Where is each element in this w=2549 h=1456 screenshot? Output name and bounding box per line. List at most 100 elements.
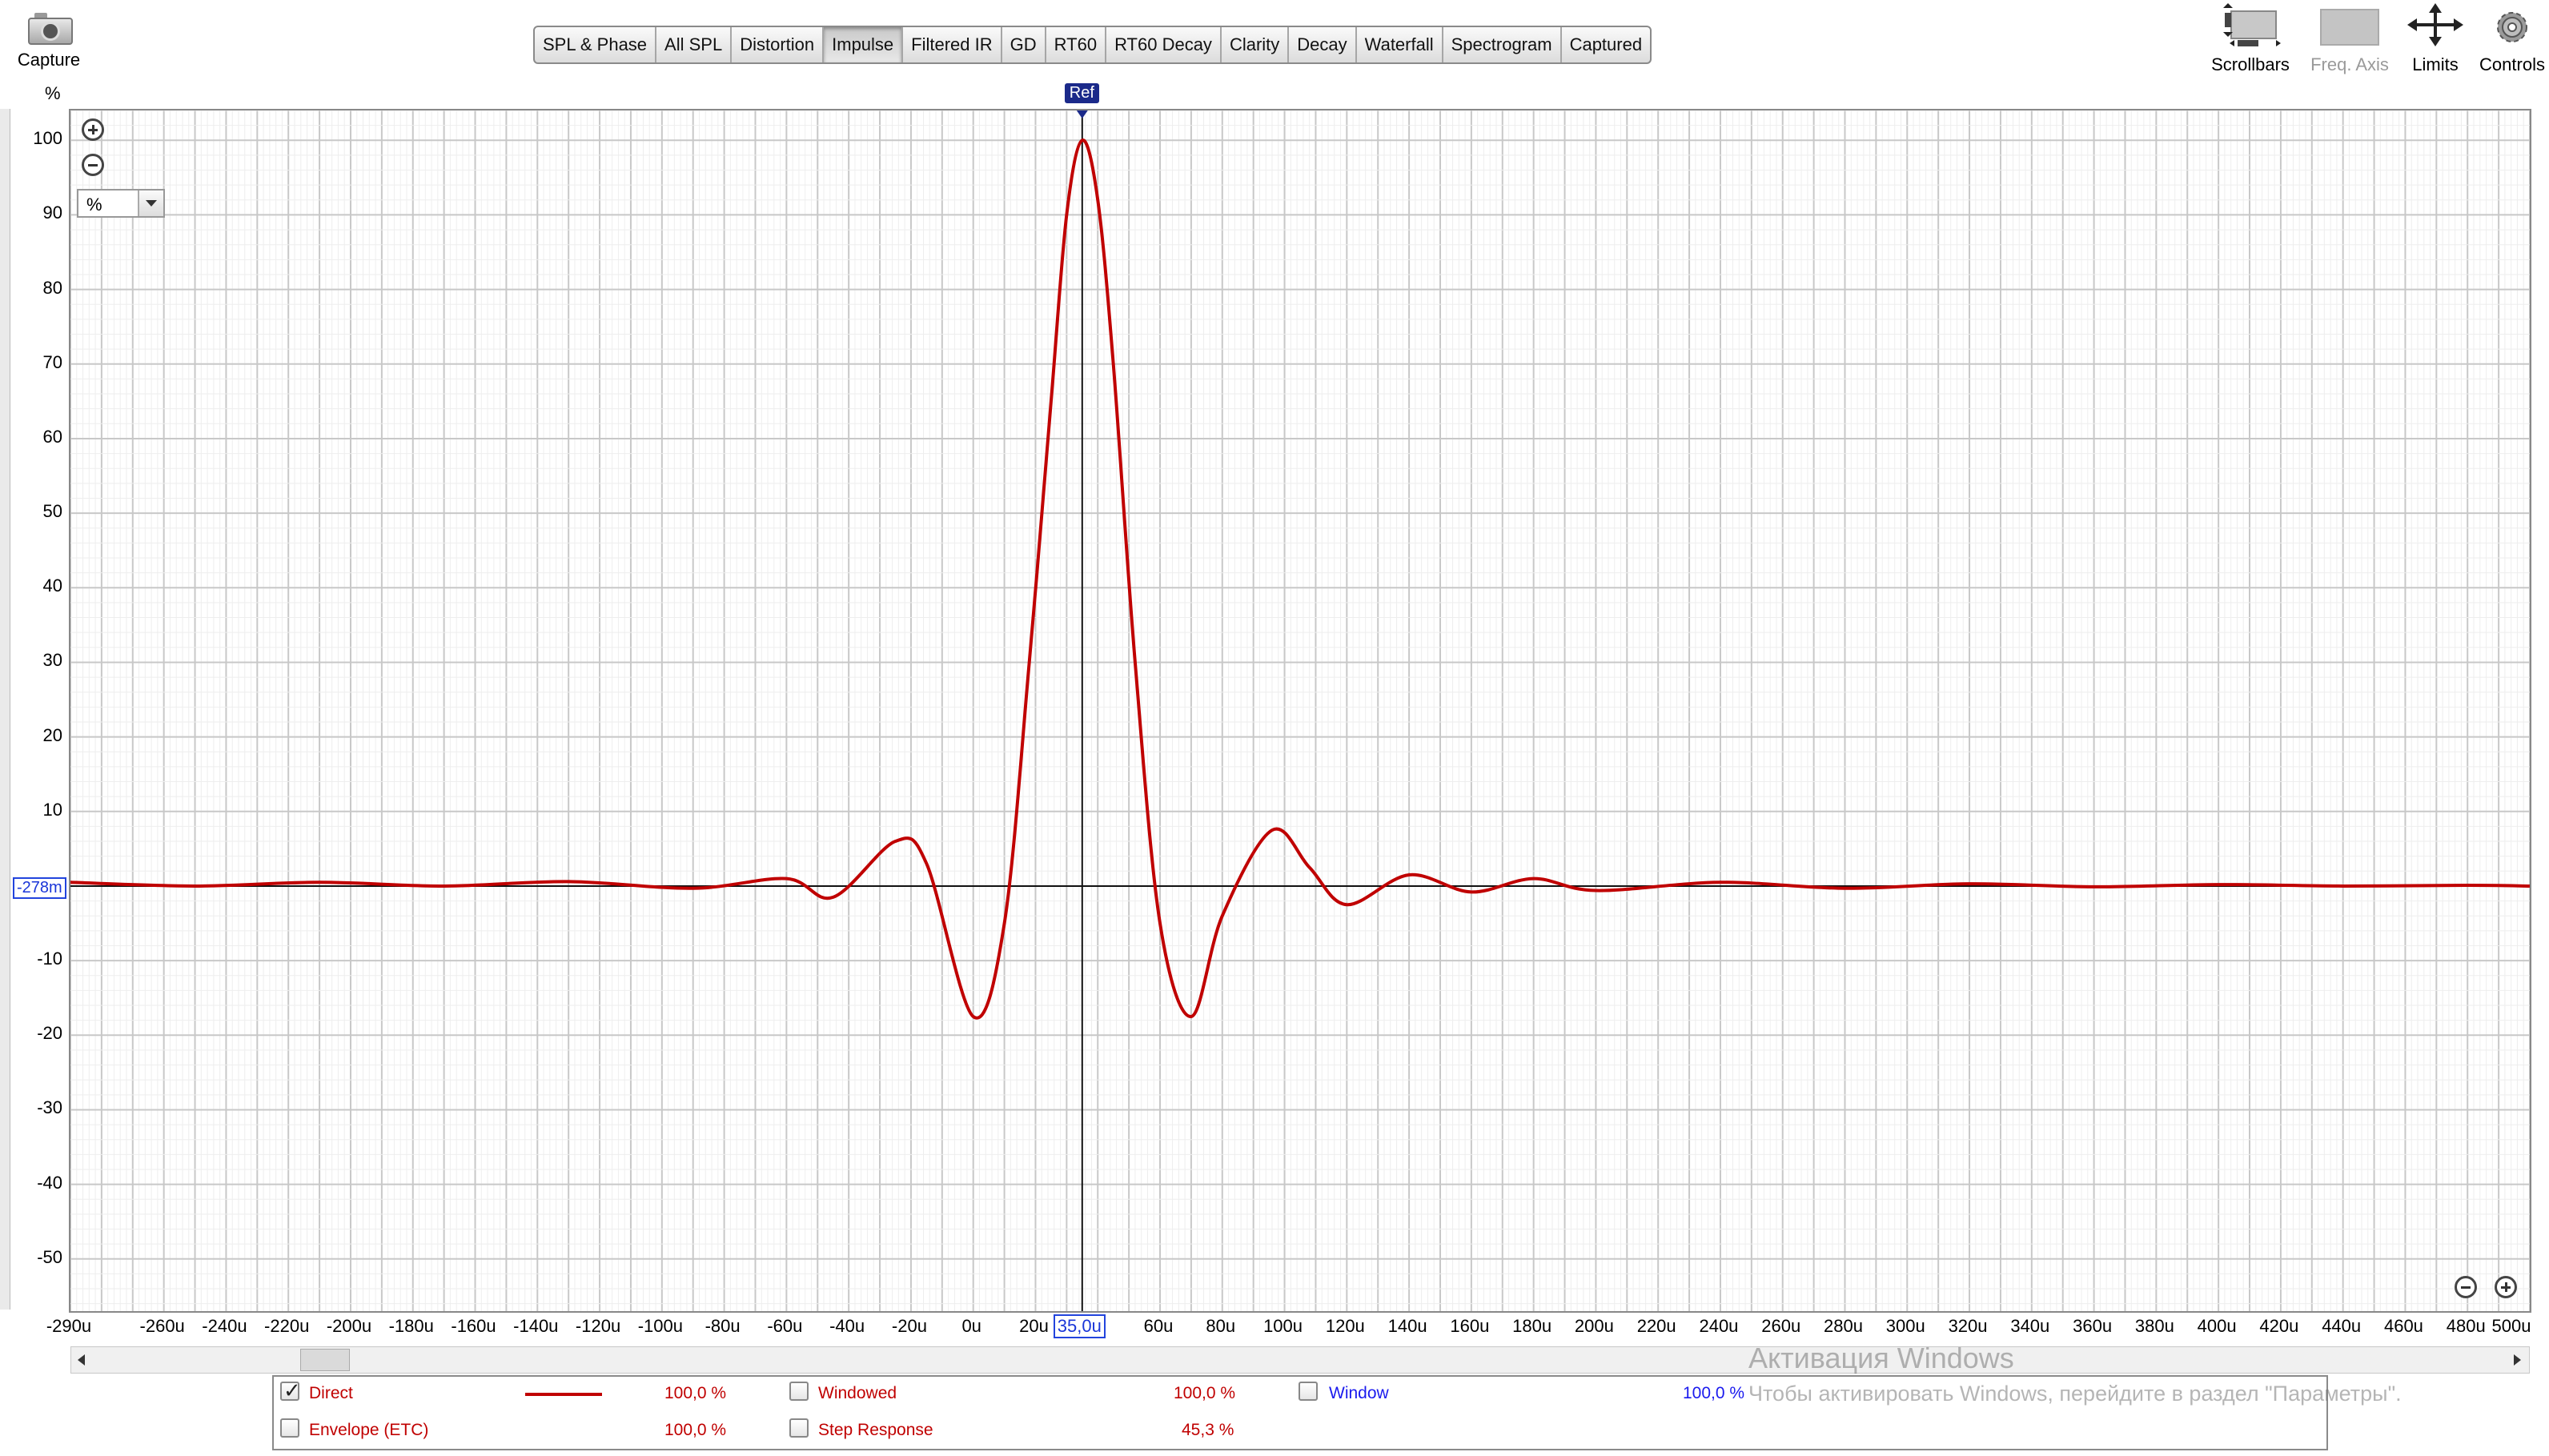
x-tick-label: 360u xyxy=(2073,1316,2113,1336)
tab-impulse[interactable]: Impulse xyxy=(824,27,904,62)
unit-select-value: % xyxy=(86,195,102,215)
chevron-down-icon[interactable] xyxy=(138,191,163,216)
legend-envelope-value: 100,0 % xyxy=(664,1421,727,1439)
envelope-checkbox[interactable] xyxy=(280,1418,299,1438)
tab-rt60-decay[interactable]: RT60 Decay xyxy=(1106,27,1222,62)
graph-tabs: SPL & Phase All SPL Distortion Impulse F… xyxy=(533,26,1652,64)
zoom-in-x-icon[interactable] xyxy=(2495,1276,2517,1298)
capture-label: Capture xyxy=(17,50,81,70)
x-tick-label: 220u xyxy=(1636,1316,1676,1336)
windowed-checkbox[interactable] xyxy=(789,1382,809,1401)
legend-step-response-value: 45,3 % xyxy=(1182,1421,1234,1439)
impulse-plot-area[interactable] xyxy=(69,109,2531,1313)
x-tick-label: 400u xyxy=(2197,1316,2237,1336)
tab-gd[interactable]: GD xyxy=(1002,27,1046,62)
x-tick-label: -100u xyxy=(637,1316,683,1336)
limits-button[interactable]: Limits xyxy=(2403,3,2467,78)
controls-button[interactable]: Controls xyxy=(2477,3,2547,78)
x-tick-label: -220u xyxy=(264,1316,310,1336)
x-tick-label: 100u xyxy=(1263,1316,1303,1336)
x-tick-label: -80u xyxy=(704,1316,741,1336)
x-tick-label: 240u xyxy=(1699,1316,1739,1336)
x-tick-label: 440u xyxy=(2322,1316,2362,1336)
tab-all-spl[interactable]: All SPL xyxy=(656,27,733,62)
freq-axis-button[interactable]: Freq. Axis xyxy=(2302,3,2397,78)
zoom-in-y-icon[interactable] xyxy=(82,118,104,141)
x-tick-label: -180u xyxy=(388,1316,434,1336)
x-tick-label: 380u xyxy=(2134,1316,2174,1336)
y-tick-label: -40 xyxy=(37,1172,62,1193)
x-cursor-readout: 35,0u xyxy=(1053,1314,1106,1338)
step-response-checkbox[interactable] xyxy=(789,1418,809,1438)
tab-captured[interactable]: Captured xyxy=(1562,27,1651,62)
impulse-chart[interactable] xyxy=(70,110,2530,1311)
direct-checkbox[interactable] xyxy=(280,1378,301,1403)
windows-activation-watermark-title: Активация Windows xyxy=(1748,1342,2014,1374)
x-tick-label: -240u xyxy=(202,1316,247,1336)
x-tick-label: 340u xyxy=(2010,1316,2050,1336)
y-tick-label: 10 xyxy=(42,799,62,820)
x-tick-label: -290u xyxy=(46,1316,92,1336)
x-tick-label: 460u xyxy=(2383,1316,2423,1336)
tab-rt60[interactable]: RT60 xyxy=(1046,27,1107,62)
tab-spectrogram[interactable]: Spectrogram xyxy=(1443,27,1562,62)
limits-icon xyxy=(2407,3,2463,46)
x-tick-label: 160u xyxy=(1450,1316,1490,1336)
y-tick-label: 50 xyxy=(42,501,62,522)
scroll-right-icon[interactable] xyxy=(2505,1347,2529,1373)
x-tick-label: -20u xyxy=(891,1316,927,1336)
tab-waterfall[interactable]: Waterfall xyxy=(1357,27,1443,62)
scrollbars-label: Scrollbars xyxy=(2211,54,2290,74)
y-cursor-readout: -278m xyxy=(13,877,66,899)
legend-window-label: Window xyxy=(1329,1384,1389,1402)
x-tick-label: 200u xyxy=(1574,1316,1614,1336)
y-tick-label: 100 xyxy=(33,128,62,149)
legend-direct-value: 100,0 % xyxy=(664,1384,727,1402)
x-tick-label: 120u xyxy=(1325,1316,1365,1336)
camera-icon xyxy=(25,10,73,45)
zoom-out-y-icon[interactable] xyxy=(82,154,104,176)
zoom-out-x-icon[interactable] xyxy=(2455,1276,2477,1298)
vertical-scrollbar[interactable] xyxy=(0,109,10,1310)
legend-step-response-label: Step Response xyxy=(818,1421,933,1439)
tab-clarity[interactable]: Clarity xyxy=(1222,27,1290,62)
tab-distortion[interactable]: Distortion xyxy=(732,27,825,62)
y-tick-label: -20 xyxy=(37,1023,62,1044)
x-tick-label: 0u xyxy=(961,1316,981,1336)
tab-filtered-ir[interactable]: Filtered IR xyxy=(903,27,1002,62)
unit-select[interactable]: % xyxy=(77,189,165,218)
windows-activation-watermark-text: Чтобы активировать Windows, перейдите в … xyxy=(1748,1382,2402,1406)
y-tick-label: -30 xyxy=(37,1097,62,1118)
x-tick-label: -60u xyxy=(767,1316,803,1336)
capture-button[interactable]: Capture xyxy=(6,5,91,77)
x-tick-label: -40u xyxy=(829,1316,865,1336)
y-tick-label: 40 xyxy=(42,576,62,596)
direct-line-swatch xyxy=(525,1393,602,1396)
x-tick-label: -120u xyxy=(575,1316,621,1336)
scroll-left-icon[interactable] xyxy=(71,1347,95,1373)
legend-windowed-label: Windowed xyxy=(818,1384,897,1402)
freq-axis-label: Freq. Axis xyxy=(2310,54,2389,74)
freq-axis-icon xyxy=(2319,3,2380,46)
y-tick-label: 30 xyxy=(42,650,62,671)
legend-window-value: 100,0 % xyxy=(1683,1384,1745,1402)
y-tick-label: 90 xyxy=(42,203,62,223)
x-tick-label: 80u xyxy=(1206,1316,1236,1336)
y-tick-label: 70 xyxy=(42,351,62,372)
scrollbar-thumb[interactable] xyxy=(300,1349,350,1371)
scrollbars-icon xyxy=(2218,3,2282,46)
x-tick-label: -160u xyxy=(451,1316,496,1336)
x-tick-label: 320u xyxy=(1948,1316,1988,1336)
tab-decay[interactable]: Decay xyxy=(1289,27,1357,62)
x-tick-label: -260u xyxy=(139,1316,185,1336)
horizontal-scrollbar[interactable] xyxy=(70,1346,2530,1374)
x-tick-label: 280u xyxy=(1824,1316,1863,1336)
reference-marker[interactable]: Ref xyxy=(1064,83,1099,103)
tab-spl-phase[interactable]: SPL & Phase xyxy=(535,27,657,62)
x-tick-label: 140u xyxy=(1387,1316,1427,1336)
legend-envelope-label: Envelope (ETC) xyxy=(309,1421,429,1439)
window-checkbox[interactable] xyxy=(1299,1382,1318,1401)
scrollbars-button[interactable]: Scrollbars xyxy=(2203,3,2298,78)
x-tick-label: -140u xyxy=(513,1316,559,1336)
x-tick-label: 60u xyxy=(1143,1316,1174,1336)
